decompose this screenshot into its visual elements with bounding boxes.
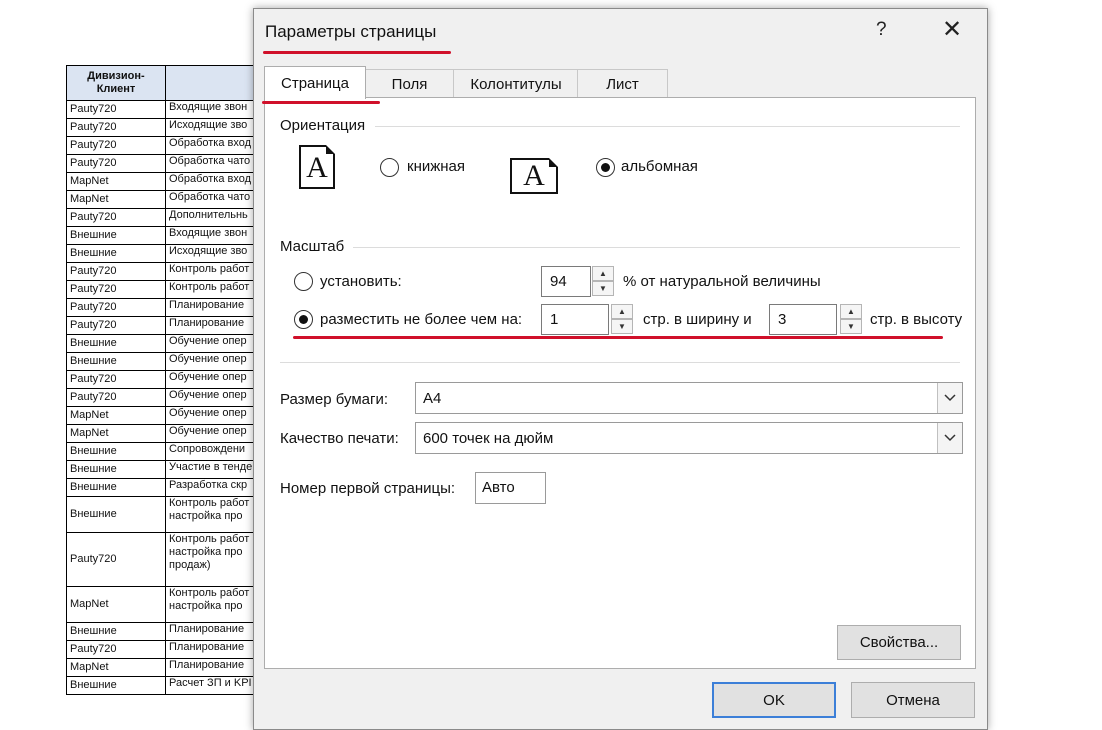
tab-panel-page: Ориентация A книжная A альбомная Масштаб… xyxy=(264,97,976,669)
first-page-number-input[interactable]: Авто xyxy=(475,472,546,504)
cell-division[interactable]: Pauty720 xyxy=(66,316,166,335)
cell-division[interactable]: Внешние xyxy=(66,675,166,695)
scale-group-label: Масштаб xyxy=(280,238,345,255)
fit-to-radio[interactable] xyxy=(294,310,313,329)
landscape-icon-letter: A xyxy=(523,159,545,192)
tab-page[interactable]: Страница xyxy=(264,66,366,99)
cell-division[interactable]: Внешние xyxy=(66,460,166,479)
scale-divider xyxy=(353,247,960,248)
fit-pages-tall-spinner: ▲ ▼ xyxy=(840,304,862,335)
print-quality-label: Качество печати: xyxy=(280,430,399,447)
portrait-page-icon: A xyxy=(299,145,335,189)
adjust-percent-spinner: ▲ ▼ xyxy=(592,266,614,297)
tab-highlight-line xyxy=(262,101,380,104)
landscape-radio[interactable] xyxy=(596,158,615,177)
adjust-percent-input[interactable] xyxy=(541,266,591,297)
first-page-number-label: Номер первой страницы: xyxy=(280,480,456,497)
cell-division[interactable]: MapNet xyxy=(66,424,166,443)
cell-division[interactable]: Внешние xyxy=(66,334,166,353)
fit-pages-tall-suffix: стр. в высоту xyxy=(870,311,963,328)
fit-tall-up-button[interactable]: ▲ xyxy=(840,304,862,319)
cell-division[interactable]: Pauty720 xyxy=(66,262,166,281)
cell-division[interactable]: Внешние xyxy=(66,442,166,461)
print-quality-value: 600 точек на дюйм xyxy=(423,430,554,447)
adjust-percent-suffix: % от натуральной величины xyxy=(623,273,821,290)
adjust-to-radio[interactable] xyxy=(294,272,313,291)
tab-sheet[interactable]: Лист xyxy=(577,69,668,98)
tab-margins[interactable]: Поля xyxy=(364,69,455,98)
chevron-down-icon[interactable] xyxy=(937,383,962,413)
cell-division[interactable]: MapNet xyxy=(66,657,166,677)
properties-button[interactable]: Свойства... xyxy=(837,625,961,660)
fit-tall-down-button[interactable]: ▼ xyxy=(840,319,862,334)
cell-division[interactable]: Внешние xyxy=(66,478,166,497)
title-highlight-line xyxy=(263,51,451,54)
cell-division[interactable]: Внешние xyxy=(66,621,166,641)
cell-division[interactable]: Pauty720 xyxy=(66,298,166,317)
cell-division[interactable]: Pauty720 xyxy=(66,639,166,659)
cell-division[interactable]: Внешние xyxy=(66,352,166,371)
paper-size-label: Размер бумаги: xyxy=(280,391,388,408)
cell-division[interactable]: Pauty720 xyxy=(66,280,166,299)
fit-pages-wide-spinner: ▲ ▼ xyxy=(611,304,633,335)
paper-size-select[interactable]: A4 xyxy=(415,382,963,414)
adjust-percent-up-button[interactable]: ▲ xyxy=(592,266,614,281)
cancel-button[interactable]: Отмена xyxy=(851,682,975,718)
tab-header-footer[interactable]: Колонтитулы xyxy=(453,69,579,98)
cell-division[interactable]: Внешние xyxy=(66,226,166,245)
help-button[interactable]: ? xyxy=(876,19,887,41)
cell-division[interactable]: Pauty720 xyxy=(66,118,166,137)
fit-to-highlight-line xyxy=(293,336,943,339)
cell-division[interactable]: Pauty720 xyxy=(66,154,166,173)
cell-division[interactable]: MapNet xyxy=(66,585,166,623)
cell-division[interactable]: Pauty720 xyxy=(66,100,166,119)
portrait-radio[interactable] xyxy=(380,158,399,177)
fit-pages-wide-input[interactable] xyxy=(541,304,609,335)
column-header-division[interactable]: Дивизион-Клиент xyxy=(66,65,166,101)
fit-wide-down-button[interactable]: ▼ xyxy=(611,319,633,334)
cell-division[interactable]: Pauty720 xyxy=(66,370,166,389)
cell-division[interactable]: Внешние xyxy=(66,244,166,263)
fit-pages-tall-input[interactable] xyxy=(769,304,837,335)
fit-to-label[interactable]: разместить не более чем на: xyxy=(320,311,522,328)
portrait-icon-letter: A xyxy=(306,151,328,184)
cell-division[interactable]: Внешние xyxy=(66,496,166,533)
cell-division[interactable]: MapNet xyxy=(66,190,166,209)
close-button[interactable]: ✕ xyxy=(942,15,962,44)
cell-division[interactable]: Pauty720 xyxy=(66,532,166,587)
orientation-group-label: Ориентация xyxy=(280,117,366,134)
orientation-divider xyxy=(375,126,960,127)
fit-wide-up-button[interactable]: ▲ xyxy=(611,304,633,319)
scale-bottom-divider xyxy=(280,362,960,363)
adjust-percent-down-button[interactable]: ▼ xyxy=(592,281,614,296)
page-setup-dialog: Параметры страницы ? ✕ Страница Поля Кол… xyxy=(253,8,988,730)
dialog-title: Параметры страницы xyxy=(265,22,437,41)
landscape-page-icon: A xyxy=(510,158,558,194)
cell-division[interactable]: MapNet xyxy=(66,172,166,191)
landscape-label[interactable]: альбомная xyxy=(621,158,698,175)
cell-division[interactable]: Pauty720 xyxy=(66,208,166,227)
paper-size-value: A4 xyxy=(423,390,442,407)
chevron-down-icon[interactable] xyxy=(937,423,962,453)
cell-division[interactable]: Pauty720 xyxy=(66,388,166,407)
cell-division[interactable]: Pauty720 xyxy=(66,136,166,155)
adjust-to-label[interactable]: установить: xyxy=(320,273,402,290)
fit-pages-wide-suffix: стр. в ширину и xyxy=(643,311,752,328)
portrait-label[interactable]: книжная xyxy=(407,158,465,175)
print-quality-select[interactable]: 600 точек на дюйм xyxy=(415,422,963,454)
cell-division[interactable]: MapNet xyxy=(66,406,166,425)
ok-button[interactable]: OK xyxy=(712,682,836,718)
